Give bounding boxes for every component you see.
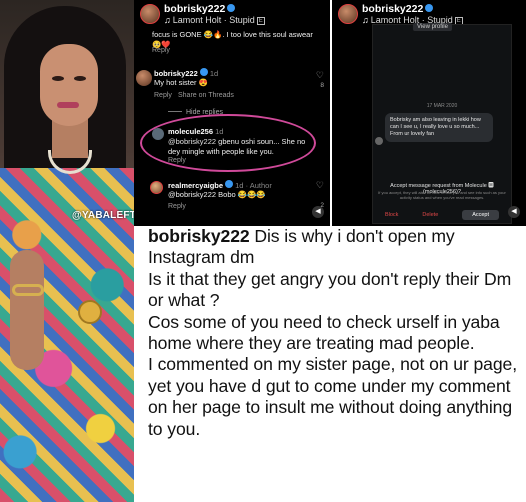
arm: [10, 250, 44, 370]
comment-time: 1d: [209, 69, 219, 78]
verified-badge-icon: [425, 4, 434, 12]
avatar[interactable]: [152, 128, 164, 140]
post-username[interactable]: bobrisky222: [164, 3, 236, 15]
username-text: bobrisky222: [362, 3, 424, 15]
sender-avatar: [375, 137, 383, 145]
request-actions: Block Delete Accept: [373, 209, 511, 221]
share-on-threads-link[interactable]: Share on Threads: [178, 92, 234, 99]
caption-line: I commented on my sister page, not on ur…: [148, 354, 517, 439]
dm-screenshot: bobrisky222 ♫ Lamont Holt · Stupid E View …: [330, 0, 526, 226]
dm-date: 17 MAR 2020: [426, 103, 458, 109]
eye: [52, 76, 64, 81]
avatar[interactable]: [338, 4, 358, 24]
caption-line: bobrisky222 Dis is why i don't open my I…: [148, 226, 524, 269]
speaker-icon[interactable]: ◀: [508, 206, 520, 218]
dm-message-bubble: Bobrisky am also leaving in lekki how ca…: [385, 113, 493, 142]
comment-time: 1d: [235, 181, 244, 190]
verified-badge-icon: [199, 68, 208, 76]
explicit-badge: E: [256, 17, 265, 25]
reply-link[interactable]: Reply: [152, 47, 170, 54]
face: [40, 44, 98, 126]
comment-body: Bobo 😂😂😂: [218, 190, 266, 199]
gold-bag: [78, 300, 102, 324]
comment-username[interactable]: realmercyaigbe: [168, 181, 223, 190]
delete-button[interactable]: Delete: [422, 212, 438, 218]
song-title: Lamont Holt · Stupid: [172, 15, 255, 25]
heart-icon[interactable]: ♡: [316, 180, 324, 191]
verified-badge-icon: [227, 4, 236, 12]
eye: [74, 76, 86, 81]
reply-link[interactable]: Reply: [168, 157, 186, 164]
caption: bobrisky222 Dis is why i don't open my I…: [148, 226, 524, 440]
caption-username[interactable]: bobrisky222: [148, 226, 250, 246]
comment-text: focus is GONE 😂🔥. I too love this soul a…: [152, 30, 313, 49]
caption-line: Is it that they get angry you don't repl…: [148, 268, 512, 311]
bangle: [12, 284, 44, 296]
comments-screenshot: bobrisky222 ♫ Lamont Holt · Stupid E focus…: [134, 0, 330, 226]
post-photo: @YABALEFTONLINE: [0, 0, 134, 502]
comment-username[interactable]: bobrisky222: [154, 69, 198, 78]
author-tag: Author: [249, 181, 272, 190]
post-header: bobrisky222 ♫ Lamont Holt · Stupid E: [134, 0, 330, 30]
mention[interactable]: @bobrisky222: [168, 137, 216, 146]
username-text: bobrisky222: [164, 3, 226, 15]
accept-button[interactable]: Accept: [462, 210, 500, 220]
comment-text: My hot sister 😍: [154, 78, 208, 87]
post-username[interactable]: bobrisky222: [362, 3, 434, 15]
dm-window: View profile 17 MAR 2020 Bobrisky am als…: [372, 23, 512, 224]
music-note-icon: ♫: [362, 15, 369, 25]
comment-header: molecule256 1d: [168, 127, 223, 137]
avatar[interactable]: [136, 70, 152, 86]
lips: [57, 102, 79, 108]
avatar[interactable]: [150, 181, 163, 194]
speaker-icon[interactable]: ◀: [312, 206, 324, 218]
view-profile-button[interactable]: View profile: [413, 23, 452, 31]
reply-link[interactable]: Reply: [168, 203, 186, 210]
comment-username[interactable]: molecule256: [168, 127, 213, 136]
song-info[interactable]: ♫ Lamont Holt · Stupid E: [164, 15, 265, 25]
verified-badge-icon: [225, 180, 234, 188]
music-note-icon: ♫: [164, 15, 171, 25]
comment-time: 1d: [215, 127, 224, 136]
block-button[interactable]: Block: [385, 212, 398, 218]
caption-line: Cos some of you need to check urself in …: [148, 311, 500, 354]
comment-text: @bobrisky222 Bobo 😂😂😂: [168, 190, 266, 200]
mention[interactable]: @bobrisky222: [168, 190, 216, 199]
comment-text: @bobrisky222 gbenu oshi soun... She no d…: [168, 137, 308, 157]
reply-link[interactable]: Reply: [154, 92, 172, 99]
watermark: @YABALEFTONLINE: [72, 210, 134, 221]
avatar[interactable]: [140, 4, 160, 24]
heart-icon[interactable]: ♡: [316, 70, 324, 81]
divider-line: [168, 111, 182, 112]
like-count: 8: [320, 82, 324, 89]
message-request-subtext: If you accept, they will also be able to…: [378, 190, 506, 200]
